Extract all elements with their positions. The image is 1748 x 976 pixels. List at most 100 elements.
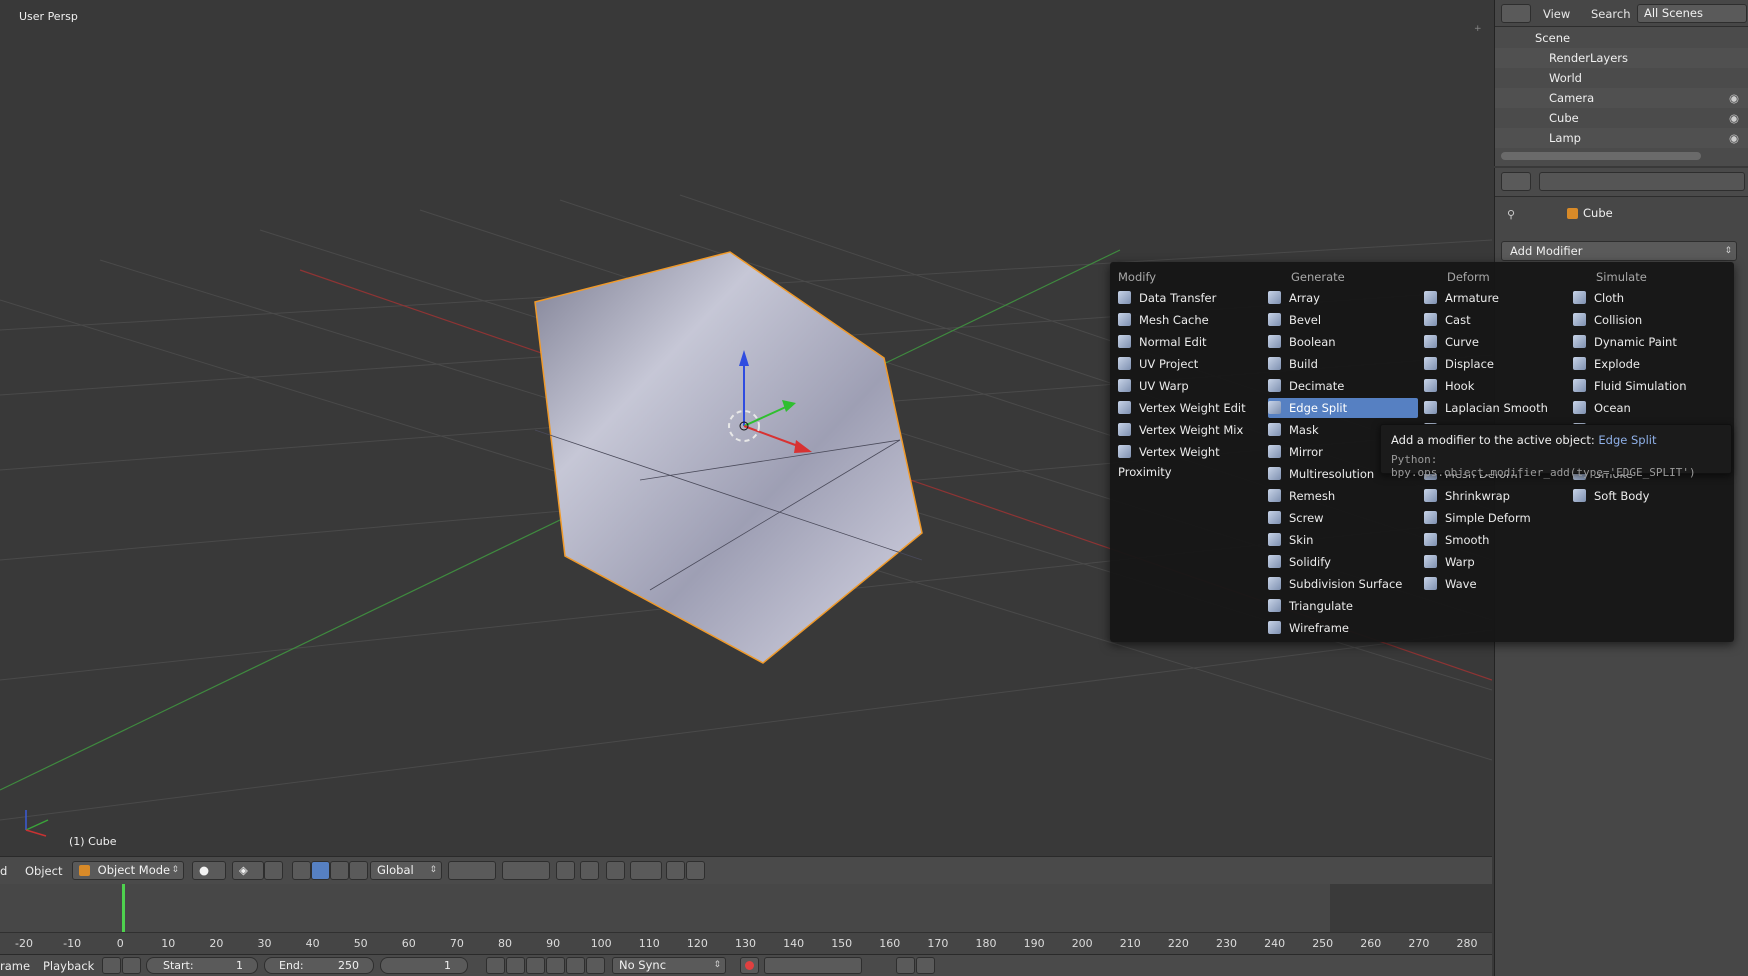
menu-item-edge-split[interactable]: Edge Split	[1268, 398, 1418, 418]
layers-grid-2[interactable]	[502, 861, 550, 880]
lock-layers-button[interactable]	[556, 861, 575, 880]
jump-end-icon[interactable]	[586, 957, 605, 974]
menu-item-wireframe[interactable]: Wireframe	[1268, 618, 1418, 638]
snap-toggle[interactable]	[606, 861, 625, 880]
rotate-manipulator[interactable]	[330, 861, 349, 880]
snap-element-select[interactable]	[630, 861, 662, 880]
current-frame-marker[interactable]	[122, 884, 125, 932]
render-layer-button[interactable]	[580, 861, 599, 880]
timeline-ruler[interactable]: -20 -10 0 10 20 30 40 50 60 70 80 90 100 110 120 130 140…	[0, 932, 1492, 955]
outliner-item-cube[interactable]: Cube ◉	[1495, 108, 1748, 128]
keyframe-icon[interactable]	[102, 957, 121, 974]
editor-type-select[interactable]	[1501, 4, 1531, 23]
menu-item-wave[interactable]: Wave	[1424, 574, 1574, 594]
menu-item-boolean[interactable]: Boolean	[1268, 332, 1418, 352]
menu-item-vertex-weight-mix[interactable]: Vertex Weight Mix	[1118, 420, 1268, 440]
menu-item-triangulate[interactable]: Triangulate	[1268, 596, 1418, 616]
pin-icon[interactable]: ⚲	[1507, 208, 1521, 222]
eye-icon[interactable]: ◉	[1729, 128, 1739, 148]
orientation-select[interactable]: Global ⇕	[370, 861, 442, 880]
menu-item-normal-edit[interactable]: Normal Edit	[1118, 332, 1268, 352]
prev-key-icon[interactable]	[506, 957, 525, 974]
menu-item-ocean[interactable]: Ocean	[1573, 398, 1723, 418]
delete-key-icon[interactable]	[916, 957, 935, 974]
menu-item-soft-body[interactable]: Soft Body	[1573, 486, 1723, 506]
end-frame-field[interactable]: End: 250	[264, 957, 374, 974]
cube-mesh[interactable]	[534, 251, 923, 664]
keying-set-field[interactable]	[764, 957, 862, 974]
insert-key-icon[interactable]	[896, 957, 915, 974]
menu-item-uv-warp[interactable]: UV Warp	[1118, 376, 1268, 396]
menu-item-curve[interactable]: Curve	[1424, 332, 1574, 352]
menu-item-explode[interactable]: Explode	[1573, 354, 1723, 374]
menu-item-mesh-cache[interactable]: Mesh Cache	[1118, 310, 1268, 330]
timeline[interactable]: -20 -10 0 10 20 30 40 50 60 70 80 90 100 110 120 130 140…	[0, 884, 1492, 955]
menu-item-skin[interactable]: Skin	[1268, 530, 1418, 550]
outliner-menu-view[interactable]: View	[1543, 7, 1570, 21]
play-icon[interactable]	[546, 957, 565, 974]
outliner-item-camera[interactable]: Camera ◉	[1495, 88, 1748, 108]
editor-type-select[interactable]	[1501, 172, 1531, 191]
menu-item-uv-project[interactable]: UV Project	[1118, 354, 1268, 374]
menu-item-hook[interactable]: Hook	[1424, 376, 1574, 396]
menu-item-armature[interactable]: Armature	[1424, 288, 1574, 308]
pivot-select[interactable]: ◈	[232, 861, 264, 880]
next-key-icon[interactable]	[566, 957, 585, 974]
outliner-scrollbar[interactable]	[1501, 152, 1701, 160]
outliner-item-lamp[interactable]: Lamp ◉	[1495, 128, 1748, 148]
eye-icon[interactable]: ◉	[1729, 88, 1739, 108]
menu-item-decimate[interactable]: Decimate	[1268, 376, 1418, 396]
menu-item-simple-deform[interactable]: Simple Deform	[1424, 508, 1574, 528]
translate-manipulator[interactable]	[311, 861, 330, 880]
opengl-render-button[interactable]	[666, 861, 685, 880]
menu-item-bevel[interactable]: Bevel	[1268, 310, 1418, 330]
menu-item-fluid-simulation[interactable]: Fluid Simulation	[1573, 376, 1723, 396]
outliner-item-scene[interactable]: Scene	[1495, 28, 1748, 48]
shading-select[interactable]: ●	[192, 861, 226, 880]
properties-context-tabs[interactable]	[1539, 172, 1745, 191]
jump-start-icon[interactable]	[486, 957, 505, 974]
scale-manipulator[interactable]	[349, 861, 368, 880]
outliner-menu-search[interactable]: Search	[1591, 7, 1631, 21]
menu-item-subdivision-surface[interactable]: Subdivision Surface	[1268, 574, 1418, 594]
menu-item-shrinkwrap[interactable]: Shrinkwrap	[1424, 486, 1574, 506]
menu-item-cast[interactable]: Cast	[1424, 310, 1574, 330]
menu-cut[interactable]: d	[0, 864, 7, 878]
menu-item-collision[interactable]: Collision	[1573, 310, 1723, 330]
menu-item-vertex-weight-edit[interactable]: Vertex Weight Edit	[1118, 398, 1268, 418]
outliner-item-world[interactable]: World	[1495, 68, 1748, 88]
proportional-button[interactable]	[264, 861, 283, 880]
menu-playback[interactable]: Playback	[43, 959, 94, 973]
menu-item-vertex-weight-proximity[interactable]: Vertex Weight Proximity	[1118, 442, 1268, 479]
menu-item-laplacian-smooth[interactable]: Laplacian Smooth	[1424, 398, 1574, 418]
menu-item-smooth[interactable]: Smooth	[1424, 530, 1574, 550]
sync-select[interactable]: No Sync ⇕	[612, 957, 726, 974]
scenes-select[interactable]: All Scenes	[1637, 4, 1747, 23]
timeline-track[interactable]	[0, 884, 1492, 932]
menu-item-build[interactable]: Build	[1268, 354, 1418, 374]
menu-item-dynamic-paint[interactable]: Dynamic Paint	[1573, 332, 1723, 352]
corner-plus-icon[interactable]: +	[1474, 24, 1484, 34]
menu-item-remesh[interactable]: Remesh	[1268, 486, 1418, 506]
menu-item-data-transfer[interactable]: Data Transfer	[1118, 288, 1268, 308]
menu-frame[interactable]: rame	[0, 959, 30, 973]
menu-item-screw[interactable]: Screw	[1268, 508, 1418, 528]
menu-item-warp[interactable]: Warp	[1424, 552, 1574, 572]
record-icon[interactable]	[740, 957, 759, 974]
opengl-anim-button[interactable]	[686, 861, 705, 880]
current-frame-field[interactable]: 1	[380, 957, 468, 974]
manipulator-toggle[interactable]	[292, 861, 311, 880]
menu-item-array[interactable]: Array	[1268, 288, 1418, 308]
menu-item-solidify[interactable]: Solidify	[1268, 552, 1418, 572]
add-modifier-dropdown[interactable]: Add Modifier ⇕	[1501, 241, 1737, 261]
menu-object[interactable]: Object	[25, 864, 62, 878]
play-reverse-icon[interactable]	[526, 957, 545, 974]
outliner-item-renderlayers[interactable]: RenderLayers	[1495, 48, 1748, 68]
layers-grid-1[interactable]	[448, 861, 496, 880]
menu-item-displace[interactable]: Displace	[1424, 354, 1574, 374]
lock-icon[interactable]	[122, 957, 141, 974]
start-frame-field[interactable]: Start: 1	[146, 957, 258, 974]
eye-icon[interactable]: ◉	[1729, 108, 1739, 128]
mode-select[interactable]: Object Mode ⇕	[72, 861, 184, 880]
menu-item-cloth[interactable]: Cloth	[1573, 288, 1723, 308]
